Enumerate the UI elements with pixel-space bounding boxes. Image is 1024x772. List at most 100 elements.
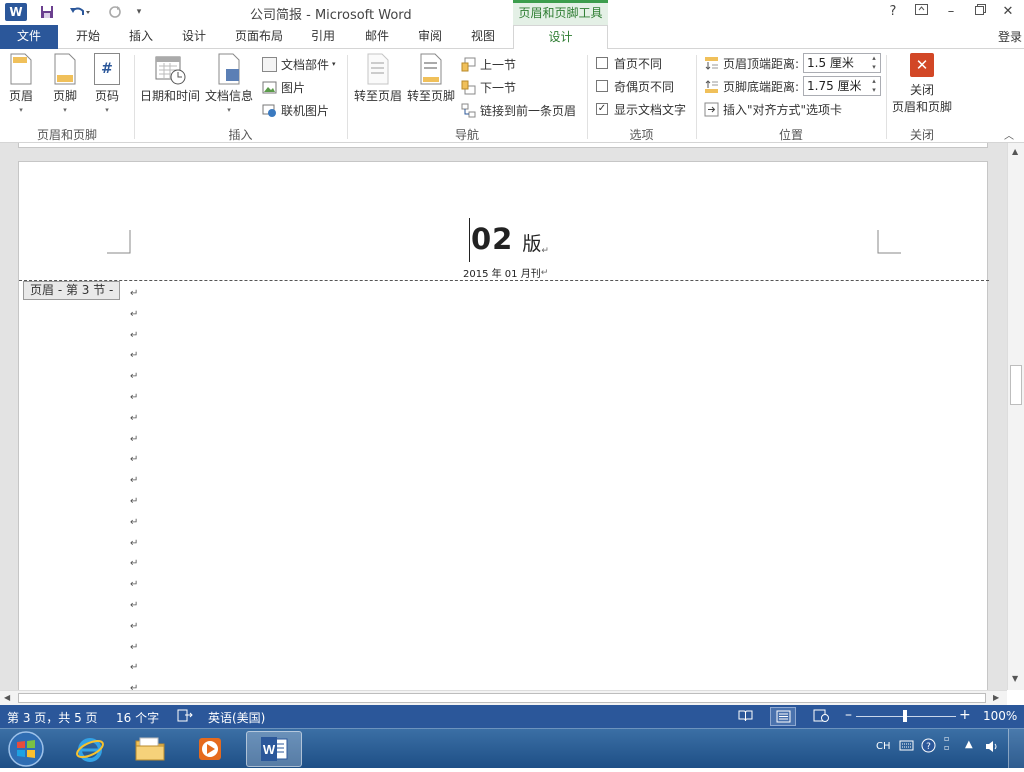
keyboard-icon[interactable]	[899, 739, 914, 754]
scroll-right-icon[interactable]: ▶	[993, 693, 999, 702]
volume-icon[interactable]	[985, 740, 999, 756]
ime-indicator[interactable]: CH	[876, 741, 891, 752]
quick-parts-button[interactable]: 文档部件 ▾	[262, 54, 336, 74]
date-time-button[interactable]: 日期和时间	[140, 53, 200, 104]
print-layout-icon[interactable]	[770, 707, 796, 726]
spinner-arrows-icon[interactable]: ▴ ▾	[869, 54, 879, 72]
tab-review[interactable]: 审阅	[410, 25, 450, 49]
picture-icon	[262, 81, 277, 93]
online-picture-button[interactable]: 联机图片	[262, 100, 329, 120]
goto-footer-button[interactable]: 转至页脚	[407, 53, 455, 104]
paragraph-mark: ↵	[130, 412, 139, 424]
tray-options-icon[interactable]: ▫ ▫	[944, 734, 949, 752]
goto-header-button[interactable]: 转至页眉	[354, 53, 402, 104]
redo-icon[interactable]	[106, 3, 124, 21]
paragraph-mark: ↵	[130, 641, 139, 653]
web-layout-icon[interactable]	[813, 709, 829, 725]
header-footer-tools-label: 页眉和页脚工具	[513, 0, 608, 25]
media-player-icon[interactable]	[182, 731, 238, 767]
show-document-text-checkbox[interactable]: ✓ 显示文档文字	[596, 99, 686, 119]
save-icon[interactable]	[38, 3, 56, 21]
online-picture-label: 联机图片	[281, 103, 330, 118]
header-date[interactable]: 2015 年 01 月刊 ↵	[463, 265, 548, 281]
restore-icon[interactable]	[969, 3, 991, 21]
different-first-page-label: 首页不同	[614, 56, 663, 71]
document-page[interactable]: 02 版 ↵ 2015 年 01 月刊 ↵ 页眉 - 第 3 节 - ↵ ↵ ↵ ↵ ↵…	[18, 161, 989, 690]
link-to-previous-button[interactable]: 链接到前一条页眉	[461, 100, 576, 120]
tab-header-footer-design[interactable]: 设计	[513, 25, 608, 50]
chevron-down-icon: ▾	[63, 106, 67, 114]
tab-view[interactable]: 视图	[463, 25, 503, 49]
horizontal-scroll-thumb[interactable]	[18, 693, 986, 703]
start-button[interactable]	[6, 729, 46, 769]
footer-button[interactable]: 页脚 ▾	[52, 53, 78, 114]
proofing-icon[interactable]	[177, 709, 193, 725]
word-taskbar-icon[interactable]: W	[246, 731, 302, 767]
different-odd-even-checkbox[interactable]: 奇偶页不同	[596, 76, 674, 96]
tab-insert[interactable]: 插入	[121, 25, 161, 49]
tab-references[interactable]: 引用	[303, 25, 343, 49]
tab-page-layout[interactable]: 页面布局	[228, 25, 290, 49]
group-label-close: 关闭	[909, 128, 934, 142]
help-button[interactable]: ?	[882, 3, 904, 21]
ribbon-tabs: 文件 开始 插入 设计 页面布局 引用 邮件 审阅 视图 设计	[0, 25, 1024, 50]
tab-design[interactable]: 设计	[174, 25, 214, 49]
footer-icon	[54, 53, 76, 85]
close-icon[interactable]: ✕	[997, 3, 1019, 21]
horizontal-scrollbar[interactable]: ◀ ▶	[0, 690, 1007, 705]
paragraph-mark: ↵	[130, 392, 139, 403]
tab-mailings[interactable]: 邮件	[357, 25, 397, 49]
zoom-slider-thumb[interactable]	[903, 710, 907, 722]
group-label-options: 选项	[629, 128, 654, 142]
tab-home[interactable]: 开始	[68, 25, 108, 49]
word-logo-icon[interactable]: W	[5, 3, 27, 21]
show-desktop-button[interactable]	[1008, 729, 1024, 769]
different-first-page-checkbox[interactable]: 首页不同	[596, 53, 662, 73]
header-button-label: 页眉	[8, 89, 33, 103]
ribbon-display-options-icon[interactable]	[910, 3, 932, 21]
file-explorer-icon[interactable]	[122, 731, 178, 767]
zoom-level[interactable]: 100%	[983, 709, 1017, 723]
read-mode-icon[interactable]	[738, 709, 753, 725]
tab-file[interactable]: 文件	[0, 25, 58, 49]
page-number-button[interactable]: # 页码 ▾	[94, 53, 120, 114]
minimize-icon[interactable]: –	[940, 3, 962, 21]
scroll-left-icon[interactable]: ◀	[4, 693, 10, 702]
customize-qat-icon[interactable]: ▾	[132, 3, 146, 21]
next-section-button[interactable]: 下一节	[461, 77, 516, 97]
zoom-out-icon[interactable]: –	[845, 707, 852, 723]
previous-section-button[interactable]: 上一节	[461, 54, 516, 74]
paragraph-mark: ↵	[130, 662, 139, 674]
quick-parts-icon	[262, 56, 277, 72]
show-hidden-icons[interactable]: ▲	[965, 739, 973, 750]
page-number-button-label: 页码	[94, 89, 119, 103]
page-count-status[interactable]: 第 3 页，共 5 页	[7, 709, 98, 726]
zoom-in-icon[interactable]: +	[959, 707, 971, 723]
internet-explorer-icon[interactable]	[62, 731, 118, 767]
header-button[interactable]: 页眉 ▾	[8, 53, 34, 114]
collapse-ribbon-icon[interactable]: ︿	[1004, 127, 1014, 142]
picture-button[interactable]: 图片	[262, 77, 305, 97]
close-x-icon: ✕	[910, 53, 934, 77]
undo-icon[interactable]	[66, 3, 94, 21]
scroll-up-icon[interactable]: ▲	[1012, 147, 1018, 156]
scroll-down-icon[interactable]: ▼	[1012, 674, 1018, 683]
header-from-top-label: 页眉顶端距离:	[704, 53, 799, 73]
chevron-down-icon: ▾	[332, 60, 336, 68]
vertical-scroll-thumb[interactable]	[1010, 365, 1022, 405]
spinner-arrows-icon[interactable]: ▴ ▾	[869, 77, 879, 95]
footer-from-bottom-input[interactable]: 1.75 厘米 ▴ ▾	[803, 76, 881, 96]
close-header-footer-button[interactable]: ✕ 关闭 页眉和页脚	[892, 53, 952, 115]
sign-in-link[interactable]: 登录	[998, 28, 1022, 45]
taskbar: W CH ? ▫ ▫ ▲	[0, 728, 1024, 769]
vertical-scrollbar[interactable]: ▲ ▼	[1007, 143, 1024, 690]
header-from-top-input[interactable]: 1.5 厘米 ▴ ▾	[803, 53, 881, 73]
ribbon: 页眉 ▾ 页脚 ▾ # 页码 ▾ 页眉和页脚 日期和时间 文档信息 ▾ 文档部件…	[0, 49, 1024, 143]
header-title[interactable]: 02 版 ↵	[471, 222, 549, 256]
insert-alignment-tab-button[interactable]: 插入"对齐方式"选项卡	[704, 99, 842, 119]
doc-info-button[interactable]: 文档信息 ▾	[205, 53, 253, 114]
help-circle-icon[interactable]: ?	[921, 738, 936, 756]
language-status[interactable]: 英语(美国)	[208, 709, 265, 726]
word-count-status[interactable]: 16 个字	[116, 709, 159, 726]
close-label-line1: 关闭	[910, 83, 935, 97]
